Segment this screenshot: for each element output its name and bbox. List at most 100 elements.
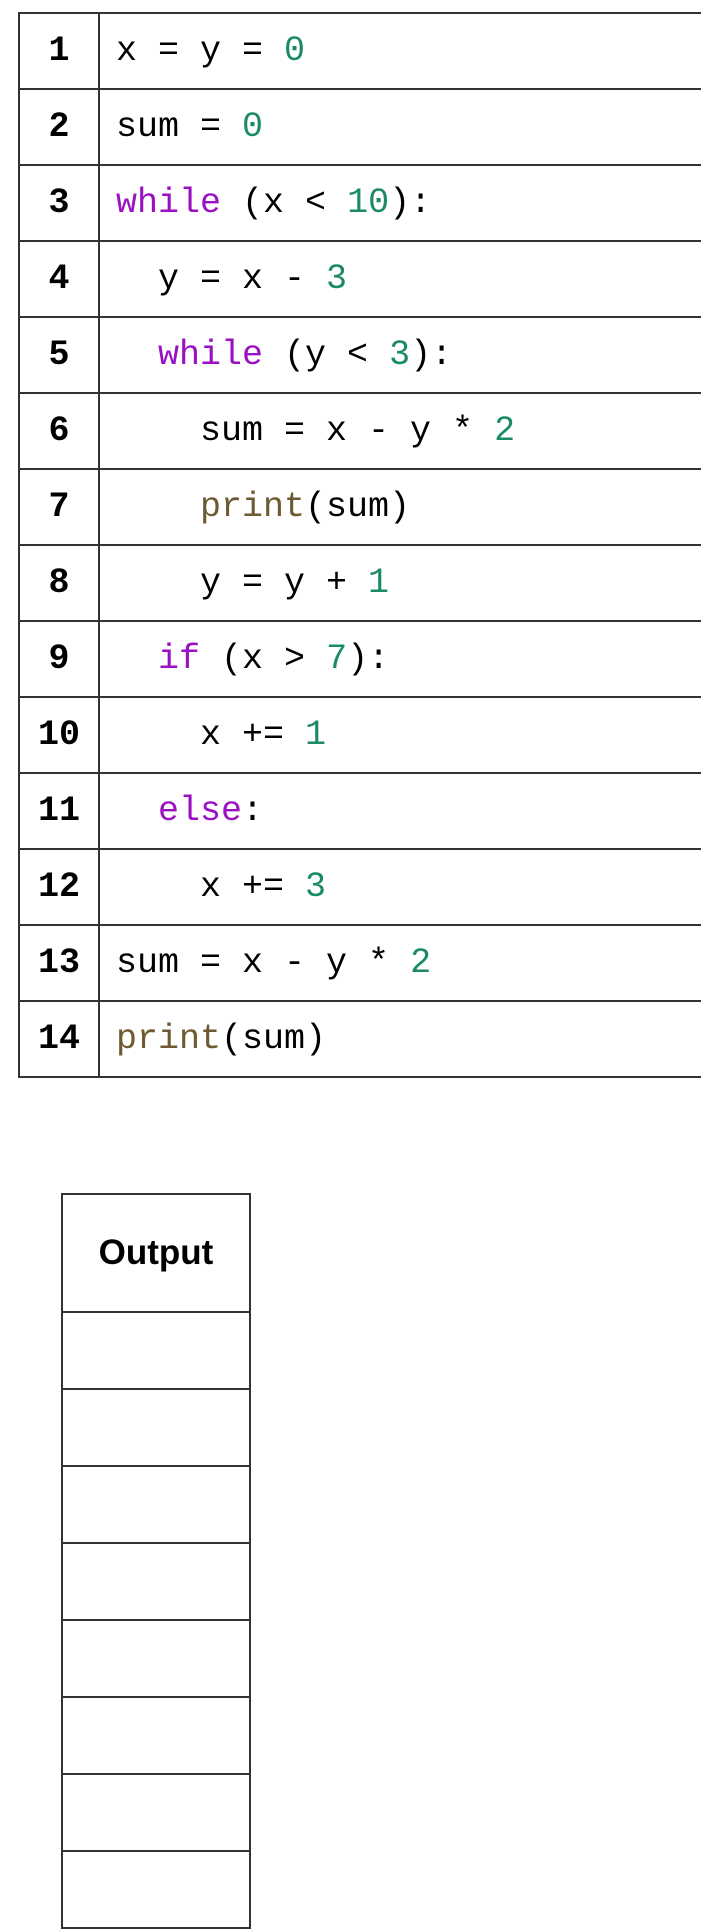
code-line: sum = 0 bbox=[98, 88, 701, 166]
line-number: 3 bbox=[18, 164, 100, 242]
number-token: 2 bbox=[410, 943, 432, 983]
line-number: 4 bbox=[18, 240, 100, 318]
code-token: (sum) bbox=[221, 1019, 327, 1059]
code-line: y = x - 3 bbox=[98, 240, 701, 318]
output-cell[interactable] bbox=[61, 1850, 251, 1929]
number-token: 3 bbox=[326, 259, 348, 299]
code-table: 1x = y = 0 2 sum = 0 3 while (x < 10): 4 y = … bbox=[18, 12, 701, 1078]
output-cell[interactable] bbox=[61, 1773, 251, 1852]
line-number: 6 bbox=[18, 392, 100, 470]
code-token: (x < bbox=[221, 183, 348, 223]
line-number: 2 bbox=[18, 88, 100, 166]
code-token: y = x - bbox=[158, 259, 327, 299]
line-number: 1 bbox=[18, 12, 100, 90]
code-token: x += bbox=[200, 715, 306, 755]
code-line: else: bbox=[98, 772, 701, 850]
code-row: 10 x += 1 bbox=[18, 696, 701, 774]
output-row bbox=[61, 1619, 251, 1698]
code-line: x += 1 bbox=[98, 696, 701, 774]
output-table: Output bbox=[61, 1193, 251, 1929]
output-header-row: Output bbox=[61, 1193, 251, 1313]
code-row: 5 while (y < 3): bbox=[18, 316, 701, 394]
output-row bbox=[61, 1773, 251, 1852]
code-token: (y < bbox=[263, 335, 390, 375]
code-line: x = y = 0 bbox=[98, 12, 701, 90]
code-row: 11 else: bbox=[18, 772, 701, 850]
number-token: 1 bbox=[305, 715, 327, 755]
keyword-token: if bbox=[158, 639, 201, 679]
code-line: sum = x - y * 2 bbox=[98, 924, 701, 1002]
line-number: 10 bbox=[18, 696, 100, 774]
number-token: 3 bbox=[389, 335, 411, 375]
code-line: print(sum) bbox=[98, 468, 701, 546]
code-row: 2 sum = 0 bbox=[18, 88, 701, 166]
code-row: 9 if (x > 7): bbox=[18, 620, 701, 698]
line-number: 11 bbox=[18, 772, 100, 850]
output-cell[interactable] bbox=[61, 1542, 251, 1621]
code-token: sum = x - y * bbox=[200, 411, 495, 451]
output-row bbox=[61, 1850, 251, 1929]
code-row: 1x = y = 0 bbox=[18, 12, 701, 90]
code-row: 12 x += 3 bbox=[18, 848, 701, 926]
output-row bbox=[61, 1388, 251, 1467]
code-token: (sum) bbox=[305, 487, 411, 527]
line-number: 14 bbox=[18, 1000, 100, 1078]
output-cell[interactable] bbox=[61, 1465, 251, 1544]
code-row: 13 sum = x - y * 2 bbox=[18, 924, 701, 1002]
code-line: print(sum) bbox=[98, 1000, 701, 1078]
code-token: sum = x - y * bbox=[116, 943, 411, 983]
number-token: 0 bbox=[242, 107, 264, 147]
output-cell[interactable] bbox=[61, 1388, 251, 1467]
code-row: 8 y = y + 1 bbox=[18, 544, 701, 622]
code-line: y = y + 1 bbox=[98, 544, 701, 622]
output-header: Output bbox=[61, 1193, 251, 1313]
output-cell[interactable] bbox=[61, 1696, 251, 1775]
keyword-token: else bbox=[158, 791, 243, 831]
code-row: 3 while (x < 10): bbox=[18, 164, 701, 242]
output-row bbox=[61, 1542, 251, 1621]
line-number: 8 bbox=[18, 544, 100, 622]
line-number: 7 bbox=[18, 468, 100, 546]
code-token: x += bbox=[200, 867, 306, 907]
keyword-token: while bbox=[116, 183, 222, 223]
line-number: 5 bbox=[18, 316, 100, 394]
code-table-body: 1x = y = 0 2 sum = 0 3 while (x < 10): 4 y = … bbox=[18, 12, 701, 1078]
code-row: 4 y = x - 3 bbox=[18, 240, 701, 318]
output-cell[interactable] bbox=[61, 1311, 251, 1390]
number-token: 10 bbox=[347, 183, 390, 223]
line-number: 12 bbox=[18, 848, 100, 926]
function-token: print bbox=[200, 487, 306, 527]
output-row bbox=[61, 1465, 251, 1544]
code-line: while (y < 3): bbox=[98, 316, 701, 394]
code-token: ): bbox=[347, 639, 390, 679]
code-line: if (x > 7): bbox=[98, 620, 701, 698]
line-number: 9 bbox=[18, 620, 100, 698]
output-row bbox=[61, 1311, 251, 1390]
output-table-body bbox=[61, 1311, 251, 1929]
output-cell[interactable] bbox=[61, 1619, 251, 1698]
code-line: sum = x - y * 2 bbox=[98, 392, 701, 470]
code-token: x = y = bbox=[116, 31, 285, 71]
code-row: 7 print(sum) bbox=[18, 468, 701, 546]
function-token: print bbox=[116, 1019, 222, 1059]
code-token: : bbox=[242, 791, 264, 831]
code-line: while (x < 10): bbox=[98, 164, 701, 242]
code-token: ): bbox=[389, 183, 432, 223]
output-row bbox=[61, 1696, 251, 1775]
number-token: 1 bbox=[368, 563, 390, 603]
number-token: 0 bbox=[284, 31, 306, 71]
code-row: 6 sum = x - y * 2 bbox=[18, 392, 701, 470]
code-line: x += 3 bbox=[98, 848, 701, 926]
code-token: sum = bbox=[116, 107, 243, 147]
code-token: (x > bbox=[200, 639, 327, 679]
number-token: 3 bbox=[305, 867, 327, 907]
code-row: 14 print(sum) bbox=[18, 1000, 701, 1078]
